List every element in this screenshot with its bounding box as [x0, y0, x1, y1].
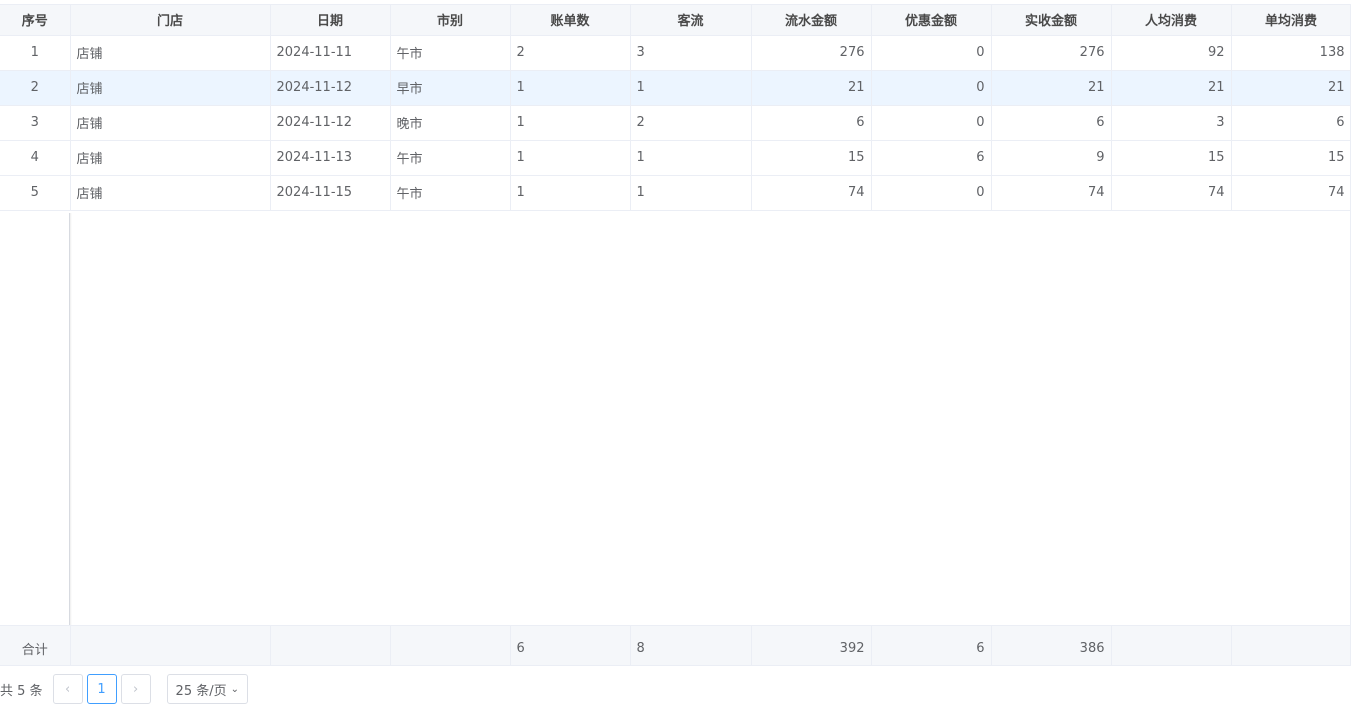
summary-store	[70, 625, 271, 665]
cell-bill-count: 1	[510, 175, 631, 211]
summary-customer-flow: 8	[630, 625, 752, 665]
cell-received-amount: 6	[991, 105, 1112, 141]
summary-bill-count: 6	[510, 625, 631, 665]
cell-store: 店铺	[70, 70, 271, 106]
table-row[interactable]: 1 店铺 2024-11-11 午市 2 3 276 0 276 92 138	[0, 35, 1350, 71]
cell-index: 1	[0, 35, 71, 71]
cell-date: 2024-11-15	[270, 175, 391, 211]
cell-customer-flow: 2	[630, 105, 752, 141]
cell-customer-flow: 1	[630, 175, 752, 211]
cell-store: 店铺	[70, 35, 271, 71]
cell-bill-count: 1	[510, 105, 631, 141]
cell-turnover-amount: 6	[751, 105, 872, 141]
cell-meal-period: 午市	[390, 175, 511, 211]
table-row[interactable]: 3 店铺 2024-11-12 晚市 1 2 6 0 6 3 6	[0, 105, 1350, 141]
cell-customer-flow: 1	[630, 70, 752, 106]
fixed-column-shadow	[69, 213, 72, 625]
cell-per-capita: 3	[1111, 105, 1232, 141]
cell-customer-flow: 1	[630, 140, 752, 176]
cell-bill-count: 1	[510, 140, 631, 176]
data-table-body: 序号 门店 日期 市别 账单数 客流 流水金额 优惠金额 实收金额 人均消费 单…	[0, 5, 1350, 211]
summary-per-capita	[1111, 625, 1232, 665]
pagination: 共 5 条 ‹ 1 › 25 条/页 ⌄	[0, 674, 248, 704]
chevron-down-icon: ⌄	[230, 683, 239, 695]
cell-received-amount: 74	[991, 175, 1112, 211]
cell-per-bill: 6	[1231, 105, 1350, 141]
summary-date	[270, 625, 391, 665]
cell-index: 3	[0, 105, 71, 141]
cell-date: 2024-11-12	[270, 105, 391, 141]
cell-discount-amount: 0	[871, 70, 992, 106]
header-store[interactable]: 门店	[70, 5, 271, 36]
pagination-total: 共 5 条	[0, 683, 43, 699]
cell-per-bill: 15	[1231, 140, 1350, 176]
cell-per-bill: 138	[1231, 35, 1350, 71]
data-table: 序号 门店 日期 市别 账单数 客流 流水金额 优惠金额 实收金额 人均消费 单…	[0, 4, 1351, 666]
cell-bill-count: 1	[510, 70, 631, 106]
header-meal-period[interactable]: 市别	[390, 5, 511, 36]
summary-meal-period	[390, 625, 511, 665]
table-header-row: 序号 门店 日期 市别 账单数 客流 流水金额 优惠金额 实收金额 人均消费 单…	[0, 5, 1350, 36]
table-empty-area	[0, 213, 1350, 625]
summary-turnover-amount: 392	[751, 625, 872, 665]
cell-discount-amount: 6	[871, 140, 992, 176]
cell-per-capita: 74	[1111, 175, 1232, 211]
cell-received-amount: 276	[991, 35, 1112, 71]
cell-turnover-amount: 276	[751, 35, 872, 71]
chevron-left-icon: ‹	[64, 681, 71, 697]
cell-turnover-amount: 15	[751, 140, 872, 176]
header-per-capita[interactable]: 人均消费	[1111, 5, 1232, 36]
chevron-right-icon: ›	[132, 681, 139, 697]
cell-bill-count: 2	[510, 35, 631, 71]
cell-store: 店铺	[70, 105, 271, 141]
header-received-amount[interactable]: 实收金额	[991, 5, 1112, 36]
cell-per-capita: 21	[1111, 70, 1232, 106]
cell-discount-amount: 0	[871, 175, 992, 211]
header-discount-amount[interactable]: 优惠金额	[871, 5, 992, 36]
cell-turnover-amount: 74	[751, 175, 872, 211]
summary-per-bill	[1231, 625, 1350, 665]
cell-per-bill: 74	[1231, 175, 1350, 211]
header-index[interactable]: 序号	[0, 5, 71, 36]
cell-discount-amount: 0	[871, 35, 992, 71]
next-page-button[interactable]: ›	[120, 674, 151, 704]
cell-index: 2	[0, 70, 71, 106]
page-size-select[interactable]: 25 条/页 ⌄	[166, 674, 248, 704]
cell-received-amount: 21	[991, 70, 1112, 106]
header-bill-count[interactable]: 账单数	[510, 5, 631, 36]
cell-customer-flow: 3	[630, 35, 752, 71]
cell-date: 2024-11-11	[270, 35, 391, 71]
cell-discount-amount: 0	[871, 105, 992, 141]
summary-received-amount: 386	[991, 625, 1112, 665]
table-row[interactable]: 4 店铺 2024-11-13 午市 1 1 15 6 9 15 15	[0, 140, 1350, 176]
cell-meal-period: 午市	[390, 140, 511, 176]
page-number-button[interactable]: 1	[86, 674, 117, 704]
cell-meal-period: 晚市	[390, 105, 511, 141]
cell-store: 店铺	[70, 175, 271, 211]
cell-per-capita: 15	[1111, 140, 1232, 176]
header-per-bill[interactable]: 单均消费	[1231, 5, 1350, 36]
header-customer-flow[interactable]: 客流	[630, 5, 752, 36]
table-summary: 合计 6 8 392 6 386	[0, 625, 1350, 665]
table-row[interactable]: 5 店铺 2024-11-15 午市 1 1 74 0 74 74 74	[0, 175, 1350, 211]
cell-received-amount: 9	[991, 140, 1112, 176]
cell-turnover-amount: 21	[751, 70, 872, 106]
header-date[interactable]: 日期	[270, 5, 391, 36]
summary-row: 合计 6 8 392 6 386	[0, 625, 1350, 665]
cell-date: 2024-11-12	[270, 70, 391, 106]
header-turnover-amount[interactable]: 流水金额	[751, 5, 872, 36]
summary-label: 合计	[0, 625, 71, 665]
cell-index: 4	[0, 140, 71, 176]
cell-store: 店铺	[70, 140, 271, 176]
cell-index: 5	[0, 175, 71, 211]
table-row[interactable]: 2 店铺 2024-11-12 早市 1 1 21 0 21 21 21	[0, 70, 1350, 106]
prev-page-button[interactable]: ‹	[52, 674, 83, 704]
page-size-value: 25 条/页	[175, 683, 227, 699]
summary-discount-amount: 6	[871, 625, 992, 665]
cell-per-capita: 92	[1111, 35, 1232, 71]
cell-meal-period: 午市	[390, 35, 511, 71]
cell-per-bill: 21	[1231, 70, 1350, 106]
cell-date: 2024-11-13	[270, 140, 391, 176]
cell-meal-period: 早市	[390, 70, 511, 106]
